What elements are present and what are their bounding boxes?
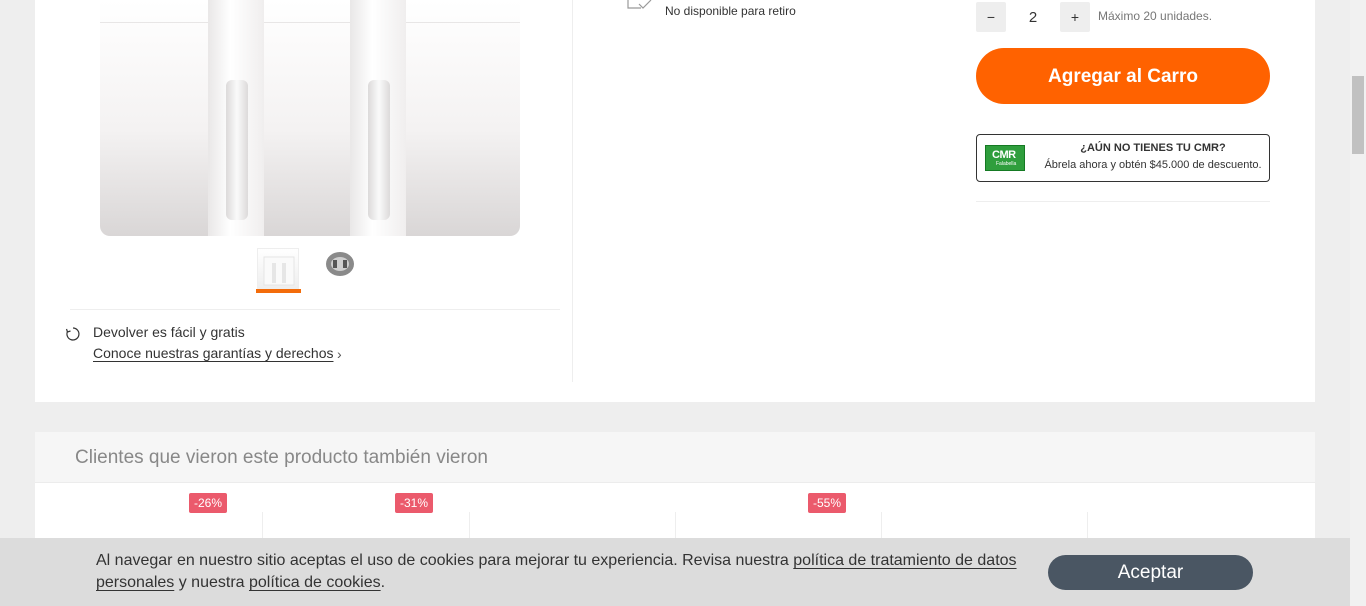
cookie-policy-link[interactable]: política de cookies [249, 574, 381, 591]
cable-wire-right [368, 80, 390, 220]
divider [70, 309, 560, 310]
cookie-text-before: Al navegar en nuestro sitio aceptas el u… [96, 552, 794, 569]
thumbnail-1[interactable] [257, 248, 299, 290]
thumbnail-selected-indicator [256, 289, 301, 293]
max-units-note: Máximo 20 unidades. [1098, 9, 1213, 23]
cmr-logo: CMR Falabella [985, 145, 1025, 171]
discount-badge: -31% [395, 493, 433, 513]
divider [976, 201, 1270, 202]
column-divider [572, 0, 573, 382]
return-arrow-icon [65, 327, 80, 341]
thumbnail-box-icon [263, 256, 295, 286]
chevron-right-icon[interactable]: › [337, 346, 342, 362]
cable-wire-left [226, 80, 248, 220]
accept-cookies-button[interactable]: Aceptar [1048, 555, 1253, 590]
store-pickup-icon [627, 0, 652, 9]
pickup-status: No disponible para retiro [665, 4, 796, 18]
page-scrollbar[interactable] [1350, 0, 1366, 606]
discount-badge: -55% [808, 493, 846, 513]
cmr-subtitle: Ábrela ahora y obtén $45.000 de descuent… [1044, 159, 1262, 171]
box-edge [100, 22, 520, 23]
quantity-decrease-button[interactable]: − [976, 2, 1006, 32]
add-to-cart-button[interactable]: Agregar al Carro [976, 48, 1270, 104]
thumbnail-2[interactable] [320, 248, 362, 290]
cookie-message: Al navegar en nuestro sitio aceptas el u… [96, 550, 1026, 594]
cmr-title: ¿AÚN NO TIENES TU CMR? [1080, 142, 1226, 154]
cookie-consent-bar: Al navegar en nuestro sitio aceptas el u… [0, 538, 1350, 606]
scrollbar-thumb[interactable] [1352, 76, 1364, 154]
quantity-increase-button[interactable]: + [1060, 2, 1090, 32]
cmr-promo-banner[interactable]: CMR Falabella ¿AÚN NO TIENES TU CMR? Ábr… [976, 134, 1270, 182]
cookie-text-after: . [380, 574, 386, 591]
quantity-input[interactable]: 2 [1006, 2, 1060, 32]
warranty-link[interactable]: Conoce nuestras garantías y derechos [93, 345, 333, 361]
recommendations-title: Clientes que vieron este producto tambié… [75, 447, 488, 468]
thumbnail-plug-icon [326, 252, 354, 276]
product-main-image[interactable] [100, 0, 520, 236]
recommendations-header: Clientes que vieron este producto tambié… [35, 432, 1315, 483]
cmr-logo-text: CMR [992, 149, 1016, 161]
cookie-text-middle: y nuestra [174, 574, 249, 591]
discount-badge: -26% [189, 493, 227, 513]
cmr-logo-sub: Falabella [996, 161, 1017, 167]
returns-title: Devolver es fácil y gratis [93, 324, 245, 340]
